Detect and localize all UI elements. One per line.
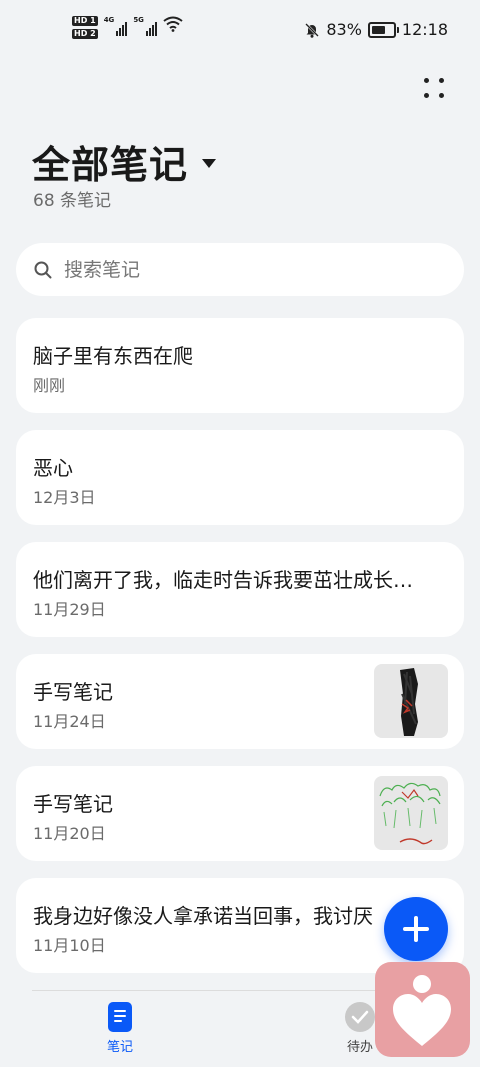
checkmark-icon	[345, 1002, 375, 1032]
page-title: 全部笔记	[32, 143, 189, 187]
note-title: 手写笔记	[33, 792, 113, 816]
note-date: 11月10日	[33, 936, 106, 955]
folder-selector[interactable]: 全部笔记	[32, 134, 217, 189]
wifi-icon	[163, 16, 183, 32]
dot-icon	[424, 78, 429, 83]
tab-notes-label: 笔记	[106, 1040, 133, 1055]
floating-heart-widget[interactable]	[375, 962, 470, 1057]
network-indicators: HD 1 HD 2 4G 5G	[72, 16, 183, 46]
note-date: 12月3日	[33, 488, 96, 507]
notes-icon	[108, 1002, 132, 1032]
signal-icon: 4G	[104, 16, 128, 36]
note-card[interactable]: 手写笔记 11月24日	[16, 654, 464, 749]
dot-icon	[439, 78, 444, 83]
notes-app: HD 1 HD 2 4G 5G 83% 12:18 全部笔记 68 条笔记 搜索…	[0, 0, 480, 1067]
status-bar: HD 1 HD 2 4G 5G 83% 12:18	[0, 0, 480, 62]
battery-percent: 83%	[326, 20, 362, 39]
note-card[interactable]: 恶心 12月3日	[16, 430, 464, 525]
handwriting-thumbnail-dark	[374, 664, 448, 738]
battery-icon	[367, 21, 399, 38]
note-card[interactable]: 手写笔记 11月20日	[16, 766, 464, 861]
hd-badge-2: HD 2	[72, 29, 98, 39]
signal-icon: 5G	[133, 16, 157, 36]
note-title: 恶心	[33, 456, 73, 480]
note-date: 刚刚	[33, 376, 66, 395]
note-card[interactable]: 脑子里有东西在爬 刚刚	[16, 318, 464, 413]
dot-icon	[424, 93, 429, 98]
clock: 12:18	[401, 20, 448, 39]
more-options-button[interactable]	[422, 76, 446, 100]
tab-todo-label: 待办	[346, 1040, 373, 1055]
note-title: 我身边好像没人拿承诺当回事，我讨厌	[33, 904, 373, 928]
handwriting-thumbnail-green	[374, 776, 448, 850]
add-note-button[interactable]	[384, 897, 448, 961]
note-date: 11月20日	[33, 824, 106, 843]
note-title: 脑子里有东西在爬	[33, 344, 193, 368]
search-input[interactable]	[62, 257, 426, 282]
note-title: 他们离开了我，临走时告诉我要茁壮成长…	[33, 568, 413, 592]
bell-off-icon	[305, 22, 320, 38]
dot-icon	[439, 93, 444, 98]
hd-badge-1: HD 1	[72, 16, 98, 26]
note-title: 手写笔记	[33, 680, 113, 704]
heart-person-icon	[393, 975, 451, 1046]
note-date: 11月24日	[33, 712, 106, 731]
search-icon	[34, 261, 52, 278]
caret-down-icon	[202, 159, 217, 168]
search-bar[interactable]	[16, 243, 464, 296]
tab-notes[interactable]: 笔记	[80, 1002, 160, 1055]
note-count: 68 条笔记	[33, 191, 112, 211]
note-date: 11月29日	[33, 600, 106, 619]
note-card[interactable]: 他们离开了我，临走时告诉我要茁壮成长… 11月29日	[16, 542, 464, 637]
notes-list: 脑子里有东西在爬 刚刚 恶心 12月3日 他们离开了我，临走时告诉我要茁壮成长……	[16, 318, 464, 990]
